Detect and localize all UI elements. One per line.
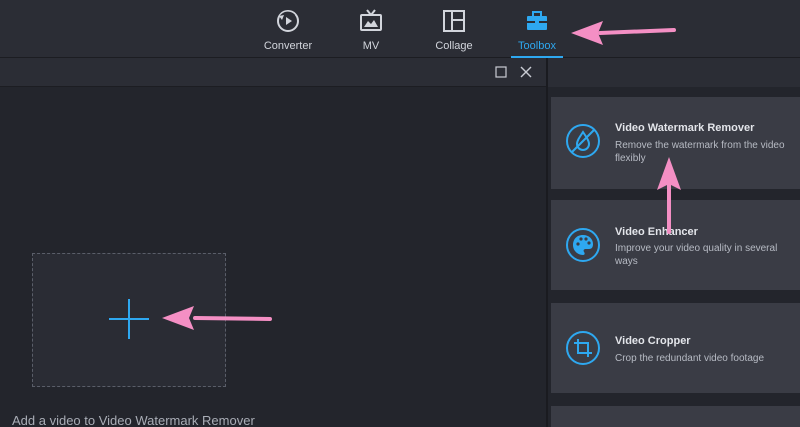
- nav-tab-mv[interactable]: MV: [350, 0, 392, 58]
- dropzone-caption: Add a video to Video Watermark Remover: [12, 413, 255, 427]
- nav-tab-label: Collage: [435, 40, 473, 52]
- palette-icon: [566, 228, 600, 262]
- tool-card-watermark-remover[interactable]: Video Watermark Remover Remove the water…: [551, 97, 800, 189]
- maximize-icon: [495, 66, 507, 78]
- tool-description: Improve your video quality in several wa…: [615, 243, 778, 267]
- toolbox-icon: [527, 11, 547, 30]
- tool-title: Video Enhancer: [615, 226, 698, 238]
- tool-card-video-cropper[interactable]: Video Cropper Crop the redundant video f…: [551, 303, 800, 393]
- tool-description: Remove the watermark from the video flex…: [615, 140, 785, 164]
- tool-title: Video Watermark Remover: [615, 122, 755, 134]
- crop-icon: [566, 331, 600, 365]
- toolbox-list-header: [548, 58, 800, 87]
- maximize-button[interactable]: [493, 64, 509, 80]
- tool-description: Crop the redundant video footage: [615, 353, 764, 364]
- toolbox-list: Video Watermark Remover Remove the water…: [548, 58, 800, 427]
- tool-card-partial[interactable]: [551, 406, 800, 427]
- nav-tab-label: Toolbox: [518, 40, 556, 52]
- video-workspace: Add a video to Video Watermark Remover: [0, 58, 546, 427]
- close-icon: [520, 66, 532, 78]
- collage-icon: [443, 10, 465, 32]
- tool-title: Video Cropper: [615, 335, 691, 347]
- workspace-header: [0, 58, 546, 87]
- no-drop-icon: [566, 124, 600, 158]
- tool-card-video-enhancer[interactable]: Video Enhancer Improve your video qualit…: [551, 200, 800, 290]
- top-navigation: Converter MV Collage Toolbox: [0, 0, 800, 58]
- nav-tab-toolbox[interactable]: Toolbox: [511, 0, 563, 58]
- add-video-dropzone[interactable]: [32, 253, 226, 387]
- nav-tab-label: Converter: [263, 40, 313, 52]
- plus-icon: [109, 299, 149, 339]
- tv-icon: [360, 9, 382, 31]
- close-button[interactable]: [518, 64, 534, 80]
- nav-tab-converter[interactable]: Converter: [258, 0, 318, 58]
- nav-tab-collage[interactable]: Collage: [430, 0, 478, 58]
- nav-tab-label: MV: [362, 40, 380, 52]
- converter-icon: [277, 10, 299, 32]
